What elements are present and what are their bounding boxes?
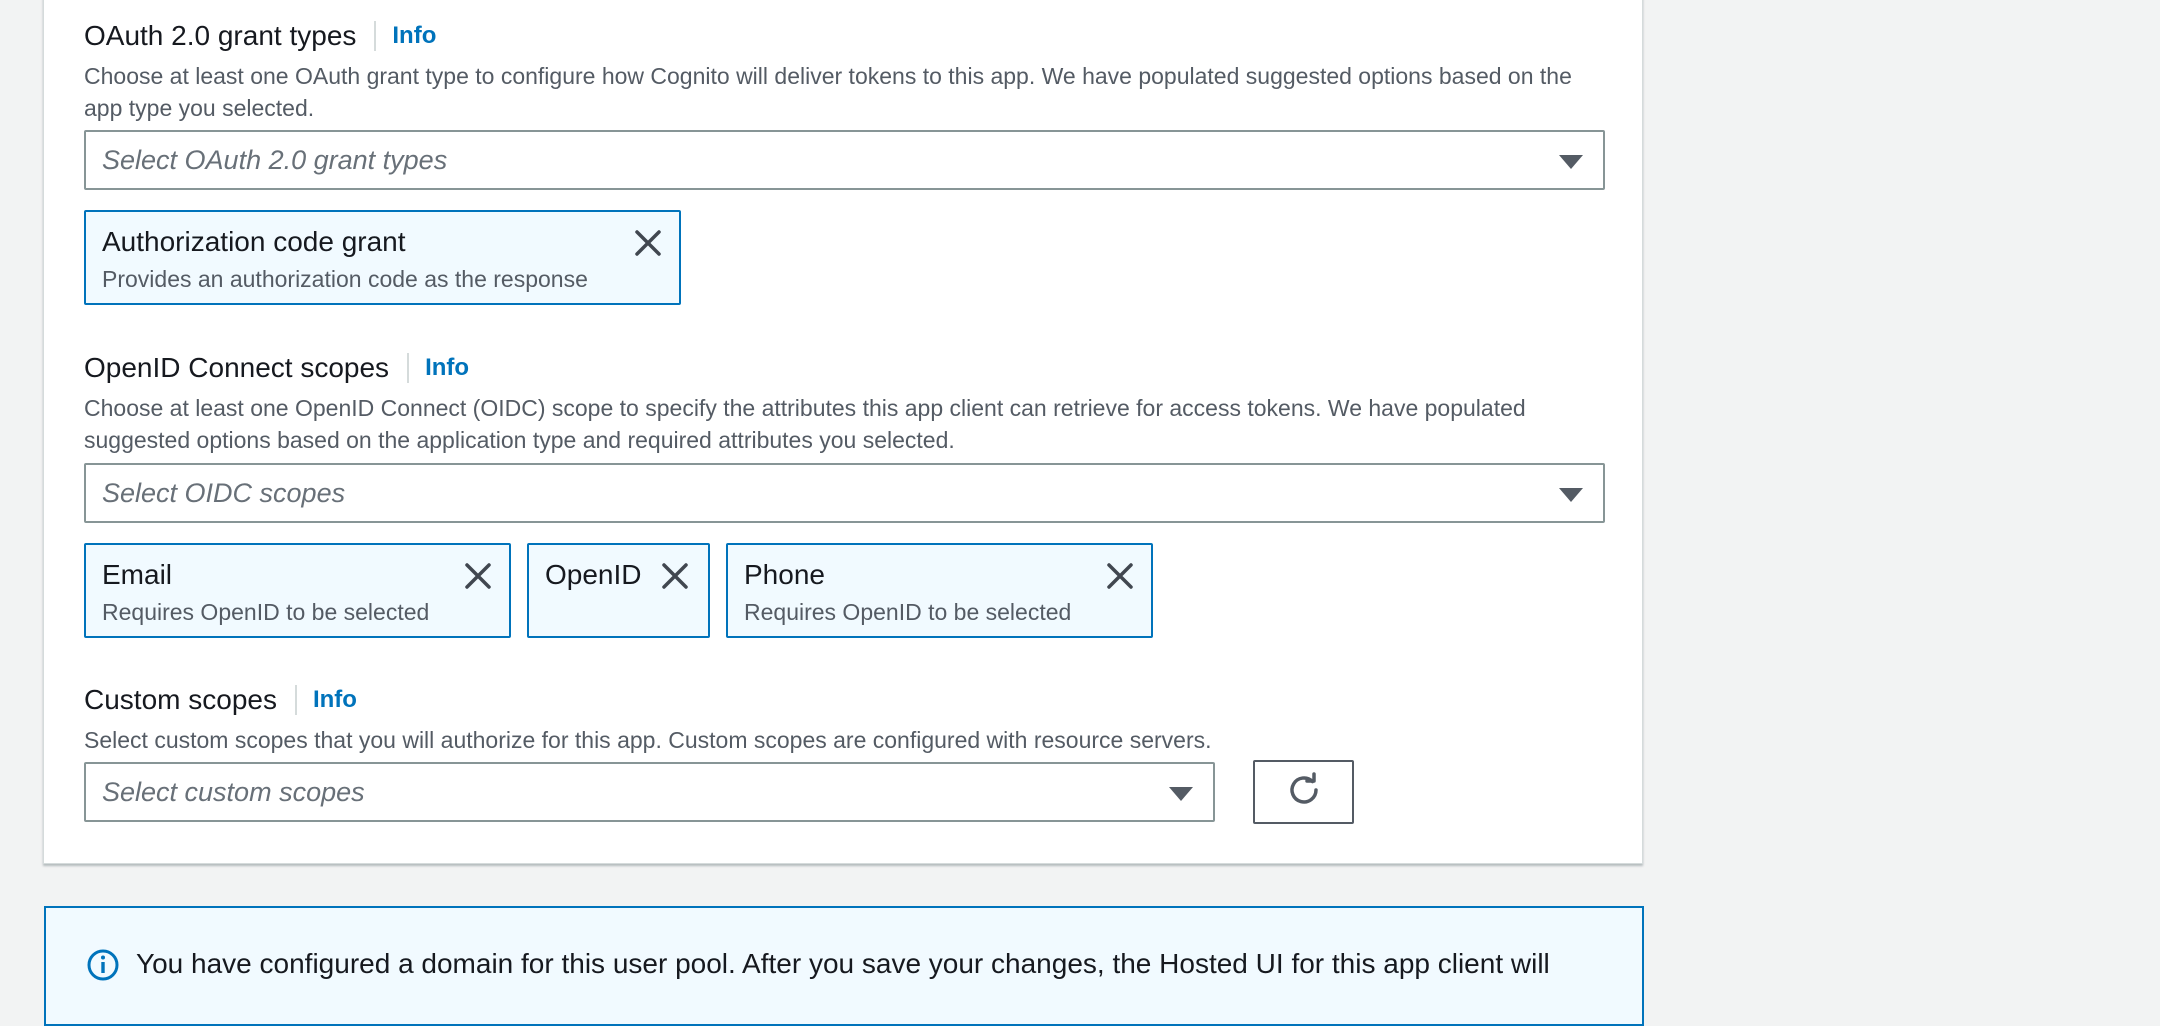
custom-info-link[interactable]: Info <box>313 686 357 714</box>
alert-message: You have configured a domain for this us… <box>136 948 1550 979</box>
token-name: OpenID <box>545 559 642 590</box>
close-icon[interactable] <box>1105 561 1135 591</box>
caret-down-icon <box>1169 787 1193 801</box>
label-divider <box>374 21 377 51</box>
custom-scopes-label: Custom scopes <box>84 684 277 715</box>
info-circle-icon <box>86 948 120 987</box>
token-description: Requires OpenID to be selected <box>102 599 430 625</box>
oidc-scopes-select[interactable]: Select OIDC scopes <box>84 463 1605 523</box>
oauth-grant-types-description: Choose at least one OAuth grant type to … <box>84 63 1572 121</box>
oidc-scopes-description: Choose at least one OpenID Connect (OIDC… <box>84 395 1526 453</box>
oauth-grant-types-select[interactable]: Select OAuth 2.0 grant types <box>84 130 1605 190</box>
close-icon[interactable] <box>660 561 690 591</box>
token-phone: Phone Requires OpenID to be selected <box>726 543 1153 638</box>
custom-scopes-select[interactable]: Select custom scopes <box>84 762 1215 822</box>
caret-down-icon <box>1559 488 1583 502</box>
oauth-grant-types-label: OAuth 2.0 grant types <box>84 20 357 51</box>
oauth-grant-types-placeholder: Select OAuth 2.0 grant types <box>102 144 448 175</box>
custom-scopes-section: Custom scopes Info Select custom scopes … <box>84 680 1604 756</box>
token-authorization-code-grant: Authorization code grant Provides an aut… <box>84 210 681 305</box>
token-openid: OpenID <box>527 543 710 638</box>
token-name: Authorization code grant <box>102 226 406 257</box>
oidc-scopes-placeholder: Select OIDC scopes <box>102 477 346 508</box>
oidc-info-link[interactable]: Info <box>425 354 469 382</box>
token-name: Email <box>102 559 173 590</box>
oauth-grant-types-section: OAuth 2.0 grant types Info Choose at lea… <box>84 16 1604 124</box>
oidc-scopes-section: OpenID Connect scopes Info Choose at lea… <box>84 348 1604 456</box>
custom-scopes-placeholder: Select custom scopes <box>102 776 365 807</box>
refresh-icon <box>1285 771 1323 814</box>
caret-down-icon <box>1559 155 1583 169</box>
token-email: Email Requires OpenID to be selected <box>84 543 511 638</box>
token-description: Requires OpenID to be selected <box>744 599 1072 625</box>
oauth-info-link[interactable]: Info <box>392 22 436 50</box>
close-icon[interactable] <box>633 228 663 258</box>
close-icon[interactable] <box>463 561 493 591</box>
label-divider <box>407 353 410 383</box>
refresh-button[interactable] <box>1253 760 1354 824</box>
oidc-scopes-label: OpenID Connect scopes <box>84 352 390 383</box>
domain-info-alert: You have configured a domain for this us… <box>44 906 1644 1026</box>
token-name: Phone <box>744 559 825 590</box>
custom-scopes-description: Select custom scopes that you will autho… <box>84 727 1212 753</box>
token-description: Provides an authorization code as the re… <box>102 266 588 292</box>
label-divider <box>294 685 297 715</box>
